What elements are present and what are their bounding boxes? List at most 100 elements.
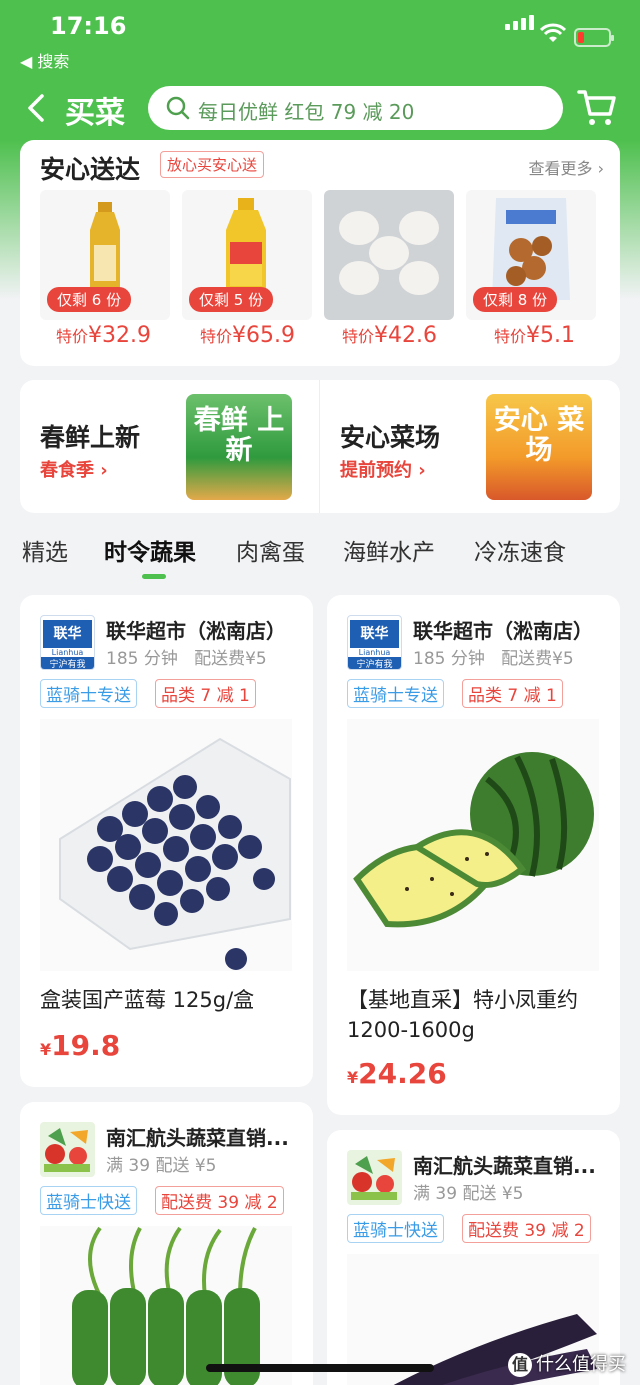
chevron-right-icon: › [597, 159, 604, 178]
store-name: 南汇航头蔬菜直销... [106, 1126, 289, 1150]
delivery-threshold: 满 39 配送 [106, 1156, 190, 1176]
price-currency: ¥ [40, 1040, 52, 1059]
tab-meat-eggs[interactable]: 肉禽蛋 [236, 533, 305, 567]
store-delivery-info: 185 分钟 配送费¥5 [106, 644, 267, 669]
tab-featured[interactable]: 精选 [22, 533, 68, 567]
promo-safe-market[interactable]: 安心菜场 提前预约 › 安心 菜场 [320, 380, 620, 513]
category-tabs: 精选 时令蔬果 肉禽蛋 海鲜水产 冷冻速食 [0, 533, 640, 573]
back-arrow-icon[interactable] [22, 92, 52, 124]
discount-tag: 品类 7 减 1 [462, 679, 563, 708]
promo-title: 安心菜场 [340, 423, 441, 452]
promo-image: 春鲜 上新 [186, 394, 292, 500]
logo-sub: Lianhua [51, 648, 84, 657]
delivery-fee: 配送费¥5 [501, 649, 574, 669]
vegetables-icon [44, 1128, 90, 1172]
promo-subtitle-text: 提前预约 [340, 460, 412, 481]
tab-frozen[interactable]: 冷冻速食 [474, 533, 566, 567]
watermelon-icon [353, 752, 594, 928]
search-input[interactable]: 每日优鲜 红包 79 减 20 [148, 86, 563, 130]
logo-brand: 联华 [350, 620, 399, 648]
product-image [347, 719, 599, 971]
product-card[interactable]: 联华 Lianhua 宁沪有我 联华超市（淞南店） 185 分钟 配送费¥5 蓝… [20, 595, 313, 1087]
search-icon [166, 96, 190, 120]
price-value: ¥32.9 [88, 323, 151, 348]
product-price: ¥24.26 [347, 1057, 447, 1090]
product-name: 【基地直采】特小凤重约1200-1600g [347, 988, 578, 1042]
discount-tag: 配送费 39 减 2 [462, 1214, 591, 1243]
wifi-icon [540, 23, 566, 42]
price-value: ¥5.1 [526, 323, 575, 348]
discount-tag: 配送费 39 减 2 [155, 1186, 284, 1215]
home-indicator[interactable] [206, 1364, 434, 1372]
price-label: 特价 [200, 327, 233, 346]
product-image [40, 1226, 292, 1385]
status-time: 17:16 [50, 12, 127, 40]
store-name: 联华超市（淞南店） [413, 619, 593, 643]
section-title: 安心送达 [40, 155, 141, 184]
battery-icon [574, 28, 614, 47]
promo-subtitle: 春食季 › [40, 456, 108, 482]
price-value: ¥42.6 [374, 323, 437, 348]
see-more-link[interactable]: 查看更多 › [528, 155, 604, 179]
product-tile[interactable]: 仅剩 6 份 [40, 190, 170, 320]
delivery-time: 185 分钟 [106, 649, 178, 669]
store-delivery-info: 185 分钟 配送费¥5 [413, 644, 574, 669]
page-title: 买菜 [65, 96, 125, 131]
product-card[interactable]: 联华 Lianhua 宁沪有我 联华超市（淞南店） 185 分钟 配送费¥5 蓝… [327, 595, 620, 1115]
discount-tag: 品类 7 减 1 [155, 679, 256, 708]
blueberries-icon [59, 737, 291, 970]
promo-image-text: 安心 菜场 [493, 405, 585, 466]
tab-seasonal[interactable]: 时令蔬果 [104, 533, 196, 567]
logo-brand: 联华 [43, 620, 92, 648]
delivery-fee: ¥5 [194, 1156, 217, 1176]
logo-sub: Lianhua [358, 648, 391, 657]
product-card[interactable]: 南汇航头蔬菜直销... 满 39 配送 ¥5 蓝骑士快送 配送费 39 减 2 [20, 1102, 313, 1385]
product-price: ¥19.8 [40, 1029, 120, 1062]
product-tile[interactable]: 仅剩 8 份 [466, 190, 596, 320]
store-logo: 联华 Lianhua 宁沪有我 [40, 615, 95, 670]
price-value: ¥65.9 [232, 323, 295, 348]
delivery-tag: 蓝骑士快送 [347, 1214, 444, 1243]
promo-row: 春鲜上新 春食季 › 春鲜 上新 安心菜场 提前预约 › 安心 菜场 [20, 380, 620, 513]
promo-title: 春鲜上新 [40, 423, 141, 452]
promo-image-text: 春鲜 上新 [193, 405, 285, 466]
watermark-text: 什么值得买 [536, 1354, 626, 1375]
price-label: 特价 [56, 327, 89, 346]
logo-slogan: 宁沪有我 [41, 657, 94, 669]
store-delivery-info: 满 39 配送 ¥5 [413, 1179, 524, 1204]
cart-icon[interactable] [576, 86, 618, 128]
price-label: 特价 [342, 327, 375, 346]
stock-badge: 仅剩 8 份 [473, 287, 558, 312]
price-value: 19.8 [51, 1029, 121, 1062]
product-tile[interactable] [324, 190, 454, 320]
active-tab-indicator [142, 574, 166, 579]
vegetables-icon [351, 1156, 397, 1200]
store-logo [40, 1122, 95, 1177]
store-delivery-info: 满 39 配送 ¥5 [106, 1151, 217, 1176]
product-name: 盒装国产蓝莓 125g/盒 [40, 988, 255, 1012]
tab-seafood[interactable]: 海鲜水产 [343, 533, 435, 567]
product-price: 特价¥42.6 [342, 323, 437, 348]
chevron-right-icon: › [418, 460, 426, 481]
promo-subtitle: 提前预约 › [340, 456, 426, 482]
price-value: 24.26 [358, 1057, 447, 1090]
promo-spring-fresh[interactable]: 春鲜上新 春食季 › 春鲜 上新 [20, 380, 319, 513]
delivery-tag: 蓝骑士专送 [347, 679, 444, 708]
product-tile[interactable]: 仅剩 5 份 [182, 190, 312, 320]
status-bar: 17:16 [0, 0, 640, 47]
eggs-icon [339, 211, 439, 295]
back-to-app-link[interactable]: ◀ 搜索 [20, 48, 69, 72]
watermark: 值什么值得买 [508, 1350, 626, 1377]
delivery-tag: 蓝骑士快送 [40, 1186, 137, 1215]
delivery-time: 185 分钟 [413, 649, 485, 669]
cucumbers-icon [72, 1226, 260, 1385]
product-image [40, 719, 292, 971]
delivery-fee: ¥5 [501, 1184, 524, 1204]
logo-slogan: 宁沪有我 [348, 657, 401, 669]
product-card[interactable]: 南汇航头蔬菜直销... 满 39 配送 ¥5 蓝骑士快送 配送费 39 减 2 [327, 1130, 620, 1385]
chevron-right-icon: › [100, 460, 108, 481]
promo-subtitle-text: 春食季 [40, 460, 94, 481]
store-logo [347, 1150, 402, 1205]
search-placeholder: 每日优鲜 红包 79 减 20 [198, 100, 415, 124]
stock-badge: 仅剩 5 份 [189, 287, 274, 312]
